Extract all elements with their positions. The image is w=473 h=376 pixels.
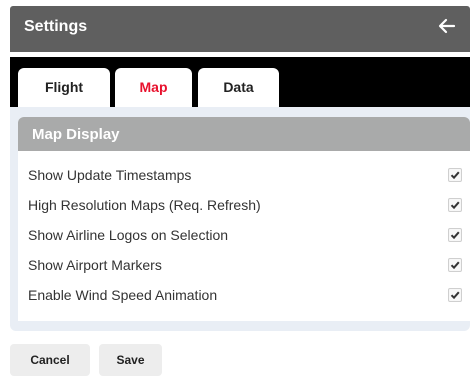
option-row[interactable]: Show Airline Logos on Selection (18, 225, 470, 247)
save-button[interactable]: Save (99, 344, 162, 376)
option-checkbox[interactable] (448, 258, 462, 272)
section-header: Map Display (18, 117, 470, 151)
window-title: Settings (24, 18, 88, 35)
option-label: Show Airport Markers (28, 257, 162, 273)
option-row[interactable]: High Resolution Maps (Req. Refresh) (18, 195, 470, 217)
option-row[interactable]: Enable Wind Speed Animation (18, 285, 470, 307)
section-title: Map Display (32, 126, 120, 143)
tab-bar: Flight Map Data (10, 57, 470, 107)
option-checkbox[interactable] (448, 288, 462, 302)
option-row[interactable]: Show Airport Markers (18, 255, 470, 277)
settings-panel: Map Display Show Update Timestamps High … (10, 107, 470, 331)
title-bar: Settings (10, 6, 470, 52)
tab-flight[interactable]: Flight (18, 68, 110, 107)
option-label: Enable Wind Speed Animation (28, 287, 218, 303)
arrow-left-icon[interactable] (436, 15, 458, 37)
tab-data[interactable]: Data (198, 68, 279, 107)
tab-map[interactable]: Map (115, 68, 192, 107)
option-checkbox[interactable] (448, 168, 462, 182)
option-label: High Resolution Maps (Req. Refresh) (28, 197, 261, 213)
option-label: Show Airline Logos on Selection (28, 227, 229, 243)
option-row[interactable]: Show Update Timestamps (18, 165, 470, 187)
option-checkbox[interactable] (448, 198, 462, 212)
options-list: Show Update Timestamps High Resolution M… (18, 151, 470, 321)
cancel-button[interactable]: Cancel (10, 344, 90, 376)
option-label: Show Update Timestamps (28, 167, 192, 183)
option-checkbox[interactable] (448, 228, 462, 242)
settings-window: Settings Flight Map Data Map Display Sho… (10, 6, 470, 376)
